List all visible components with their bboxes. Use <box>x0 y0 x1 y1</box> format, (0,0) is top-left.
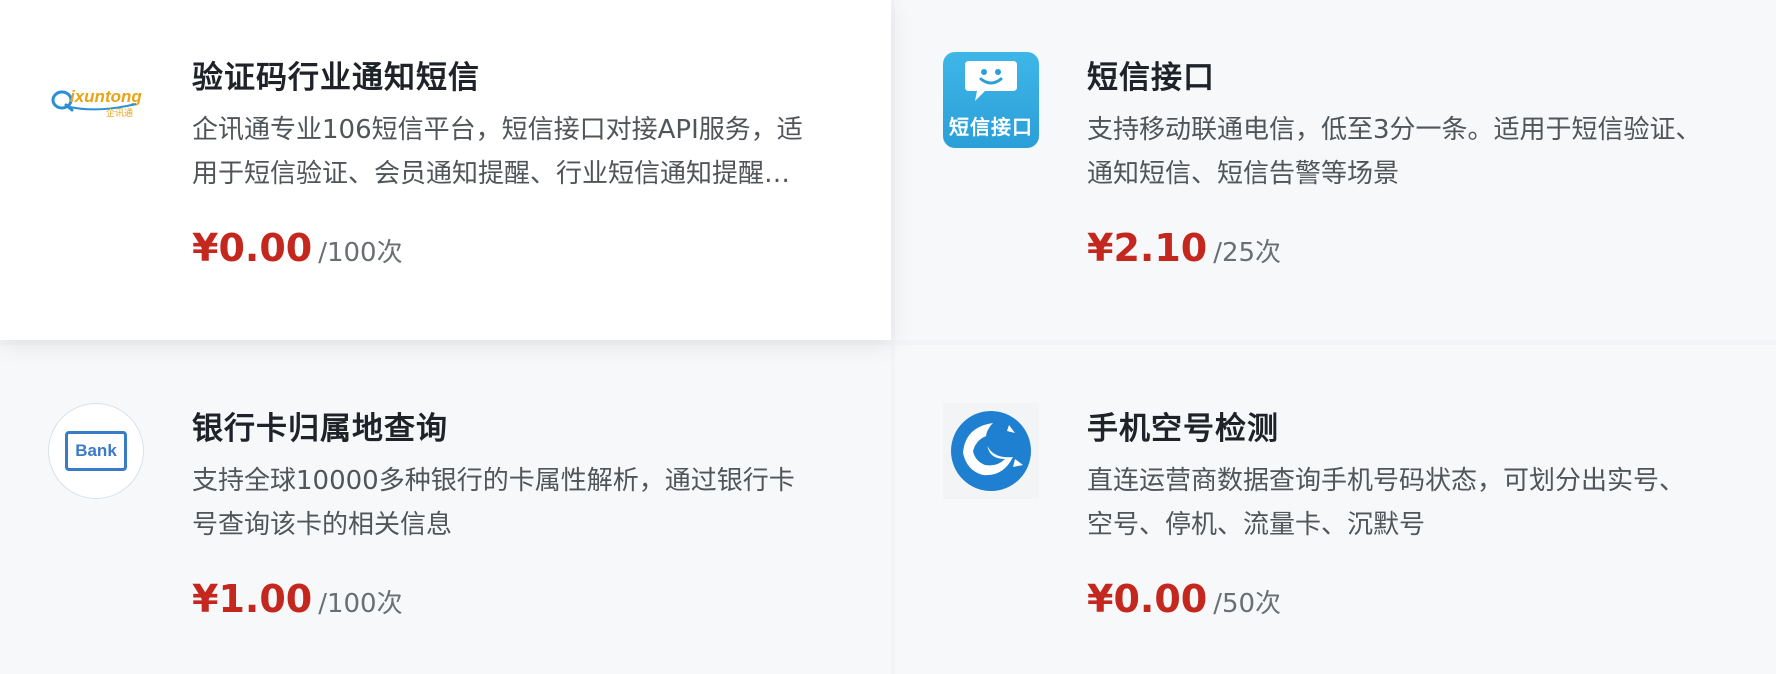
qixuntong-logo-icon: ixuntong 企讯通 <box>48 52 144 148</box>
product-description: 企讯通专业106短信平台，短信接口对接API服务，适用于短信验证、会员通知提醒、… <box>192 115 803 189</box>
product-price: ¥1.00 <box>192 577 313 621</box>
product-description: 直连运营商数据查询手机号码状态，可划分出实号、空号、停机、流量卡、沉默号 <box>1087 466 1686 540</box>
product-price: ¥2.10 <box>1087 226 1208 270</box>
price-row: ¥1.00/100次 <box>192 577 403 621</box>
product-price: ¥0.00 <box>192 226 313 270</box>
price-unit: /25次 <box>1213 238 1282 268</box>
price-unit: /100次 <box>318 238 403 268</box>
svg-text:企讯通: 企讯通 <box>106 107 133 119</box>
sms-chat-logo-icon: 短信接口 <box>943 52 1039 148</box>
sms-logo-text: 短信接口 <box>949 115 1033 139</box>
product-title: 银行卡归属地查询 <box>192 411 448 447</box>
price-unit: /100次 <box>318 589 403 619</box>
price-row: ¥2.10/25次 <box>1087 226 1281 270</box>
product-card-sms-verification[interactable]: ixuntong 企讯通 验证码行业通知短信 企讯通专业106短信平台，短信接口… <box>0 0 891 340</box>
product-title: 手机空号检测 <box>1087 411 1279 447</box>
product-price: ¥0.00 <box>1087 577 1208 621</box>
phone-check-logo-icon <box>943 403 1039 499</box>
product-card-empty-number-check[interactable]: 手机空号检测 直连运营商数据查询手机号码状态，可划分出实号、空号、停机、流量卡、… <box>895 345 1776 674</box>
bank-logo-icon: Bank <box>48 403 144 499</box>
product-card-sms-api[interactable]: 短信接口 短信接口 支持移动联通电信，低至3分一条。适用于短信验证、通知短信、短… <box>895 0 1776 340</box>
product-title: 短信接口 <box>1087 60 1215 96</box>
product-description: 支持移动联通电信，低至3分一条。适用于短信验证、通知短信、短信告警等场景 <box>1087 115 1702 189</box>
product-description: 支持全球10000多种银行的卡属性解析，通过银行卡号查询该卡的相关信息 <box>192 466 795 540</box>
product-title: 验证码行业通知短信 <box>192 60 480 96</box>
svg-text:ixuntong: ixuntong <box>70 87 142 106</box>
product-card-bank-card-lookup[interactable]: Bank 银行卡归属地查询 支持全球10000多种银行的卡属性解析，通过银行卡号… <box>0 345 891 674</box>
product-grid: ixuntong 企讯通 验证码行业通知短信 企讯通专业106短信平台，短信接口… <box>0 0 1776 674</box>
price-unit: /50次 <box>1213 589 1282 619</box>
price-row: ¥0.00/50次 <box>1087 577 1281 621</box>
bank-logo-text: Bank <box>65 431 127 471</box>
price-row: ¥0.00/100次 <box>192 226 403 270</box>
